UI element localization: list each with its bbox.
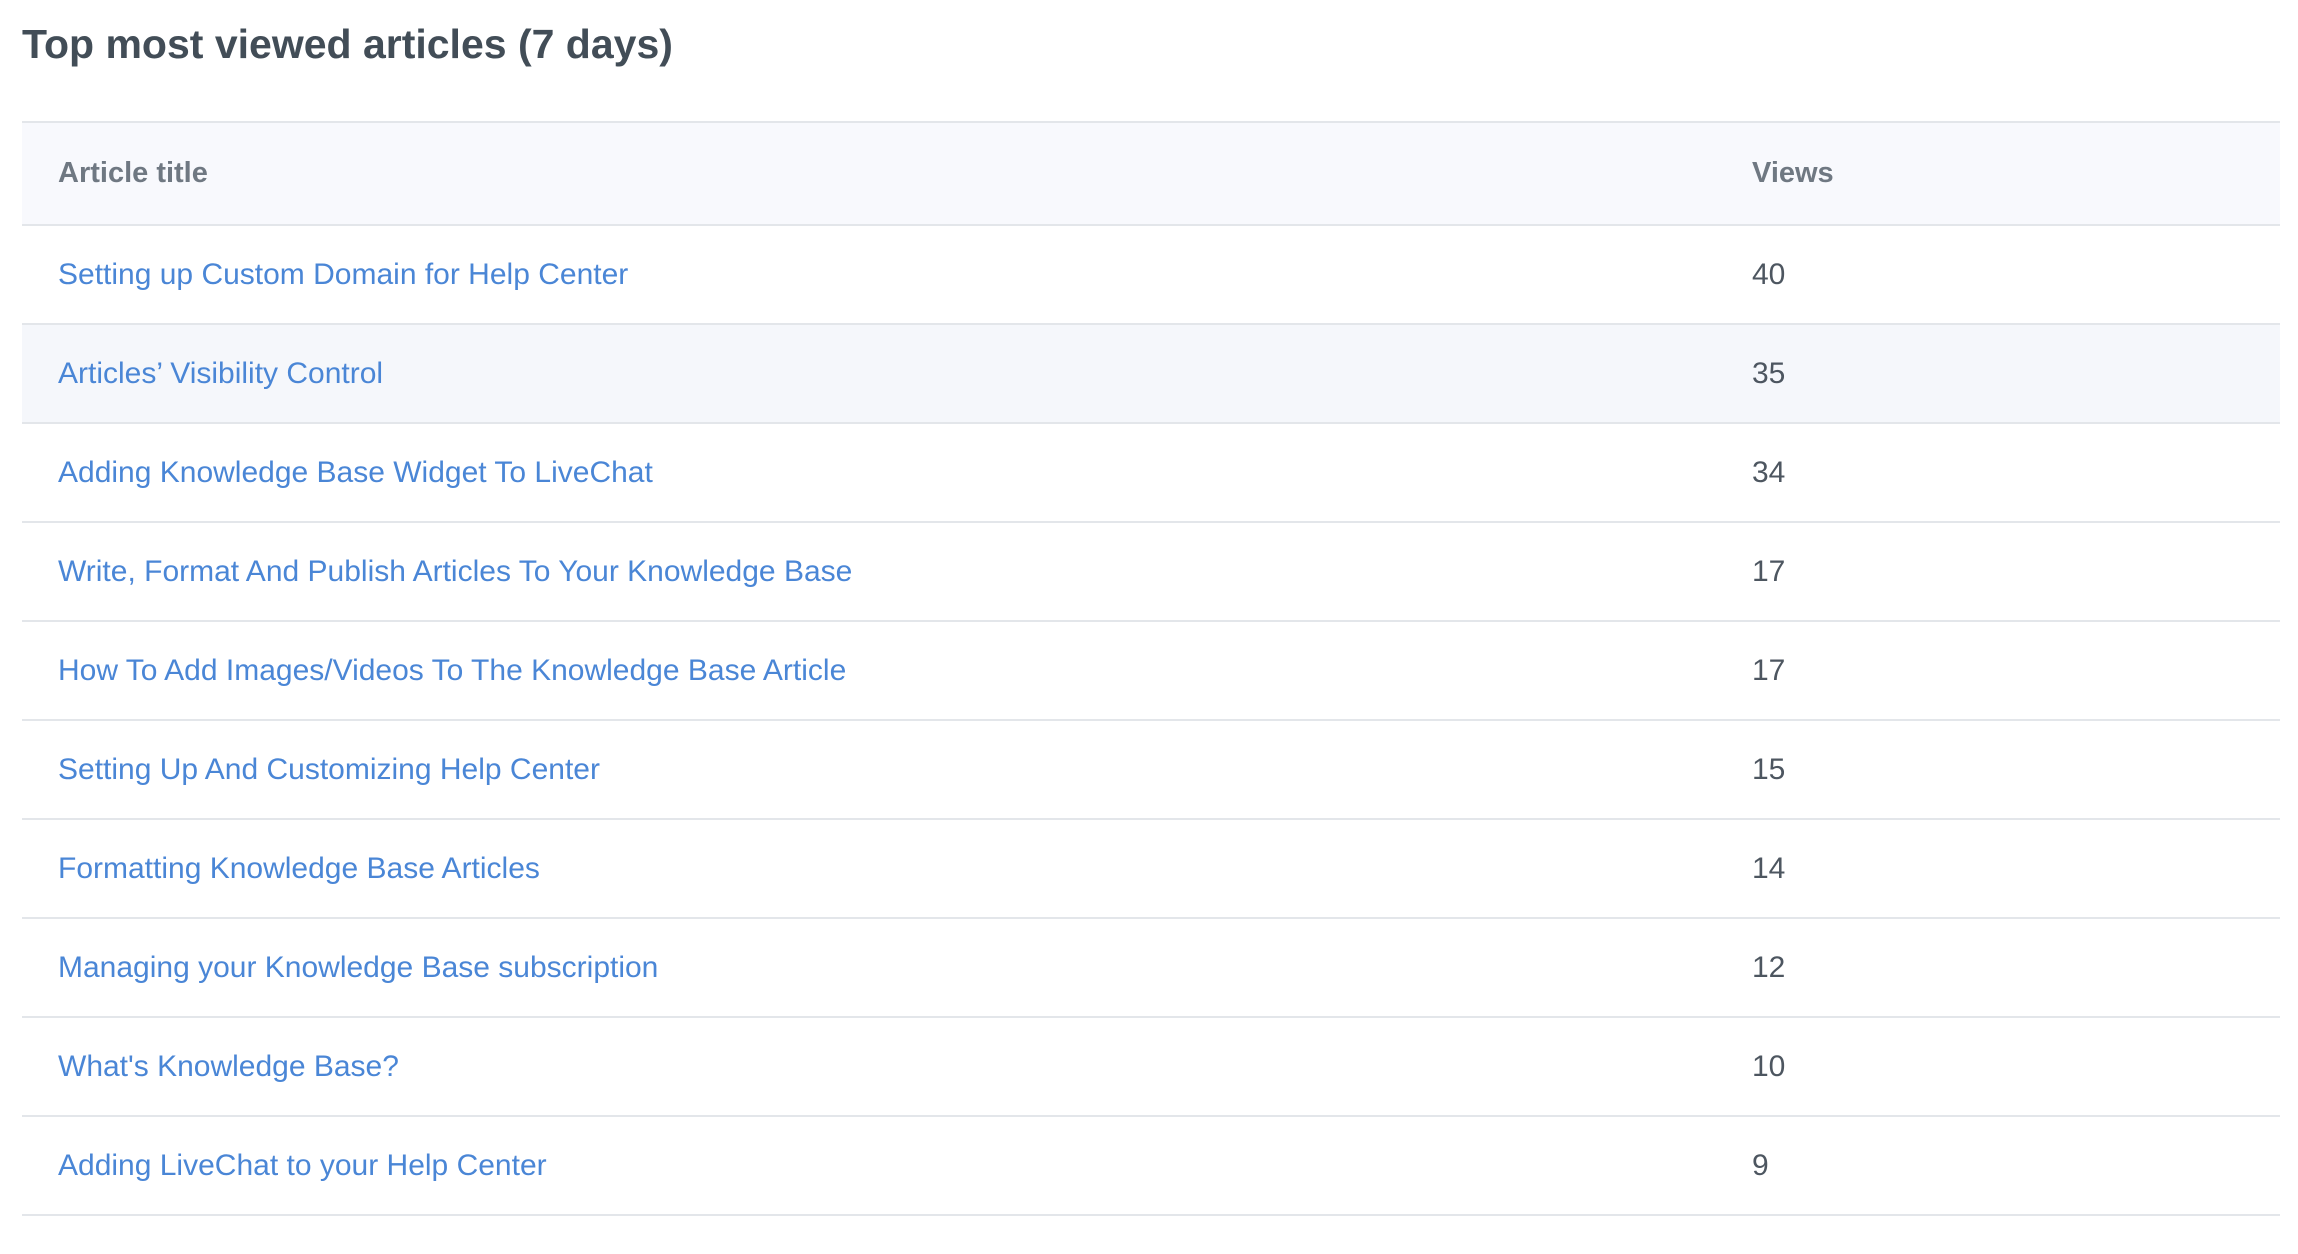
views-count: 35 [1752,356,1786,390]
views-count: 10 [1752,1049,1786,1083]
table-row: Adding Knowledge Base Widget To LiveChat… [22,424,2280,523]
article-link[interactable]: Formatting Knowledge Base Articles [58,852,540,886]
table-row: Setting up Custom Domain for Help Center… [22,226,2280,325]
views-count: 40 [1752,257,1786,291]
articles-table: Article title Views Setting up Custom Do… [22,121,2280,1216]
table-row: How To Add Images/Videos To The Knowledg… [22,622,2280,721]
table-row: Adding LiveChat to your Help Center 9 [22,1117,2280,1216]
article-link[interactable]: Adding LiveChat to your Help Center [58,1149,547,1183]
views-count: 17 [1752,554,1786,588]
article-link[interactable]: Managing your Knowledge Base subscriptio… [58,951,658,985]
article-link[interactable]: Write, Format And Publish Articles To Yo… [58,555,852,589]
table-header-row: Article title Views [22,123,2280,226]
article-link[interactable]: Articles’ Visibility Control [58,357,383,391]
views-count: 34 [1752,455,1786,489]
table-row: Setting Up And Customizing Help Center 1… [22,721,2280,820]
article-link[interactable]: Adding Knowledge Base Widget To LiveChat [58,456,653,490]
table-row: Formatting Knowledge Base Articles 14 [22,820,2280,919]
column-header-article-title[interactable]: Article title [58,123,208,224]
views-count: 12 [1752,950,1786,984]
views-count: 15 [1752,752,1786,786]
article-link[interactable]: How To Add Images/Videos To The Knowledg… [58,654,846,688]
views-count: 17 [1752,653,1786,687]
article-link[interactable]: What's Knowledge Base? [58,1050,399,1084]
table-row: Managing your Knowledge Base subscriptio… [22,919,2280,1018]
page-title: Top most viewed articles (7 days) [22,21,673,67]
table-row: Articles’ Visibility Control 35 [22,325,2280,424]
table-row: Write, Format And Publish Articles To Yo… [22,523,2280,622]
table-row: What's Knowledge Base? 10 [22,1018,2280,1117]
views-count: 14 [1752,851,1786,885]
column-header-views[interactable]: Views [1752,123,1834,224]
views-count: 9 [1752,1148,1769,1182]
article-link[interactable]: Setting up Custom Domain for Help Center [58,258,628,292]
article-link[interactable]: Setting Up And Customizing Help Center [58,753,600,787]
